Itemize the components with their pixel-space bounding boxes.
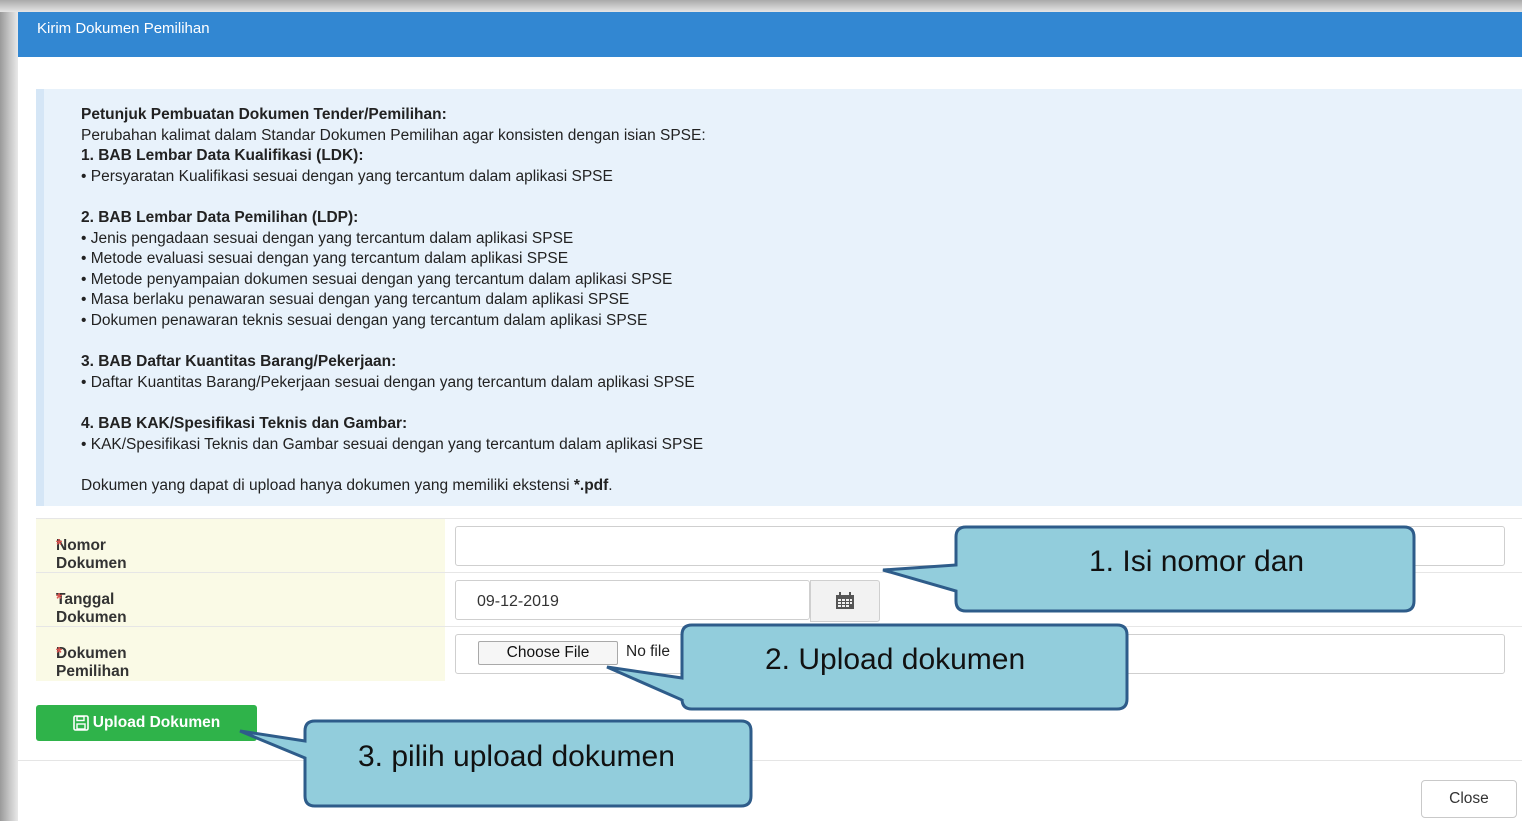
callout-text-1: 1. Isi nomor dan xyxy=(1089,545,1305,578)
callout-text-3: 3. pilih upload dokumen xyxy=(358,740,675,773)
annotation-callouts xyxy=(239,525,1416,808)
callout-text-2: 2. Upload dokumen xyxy=(765,643,1026,676)
